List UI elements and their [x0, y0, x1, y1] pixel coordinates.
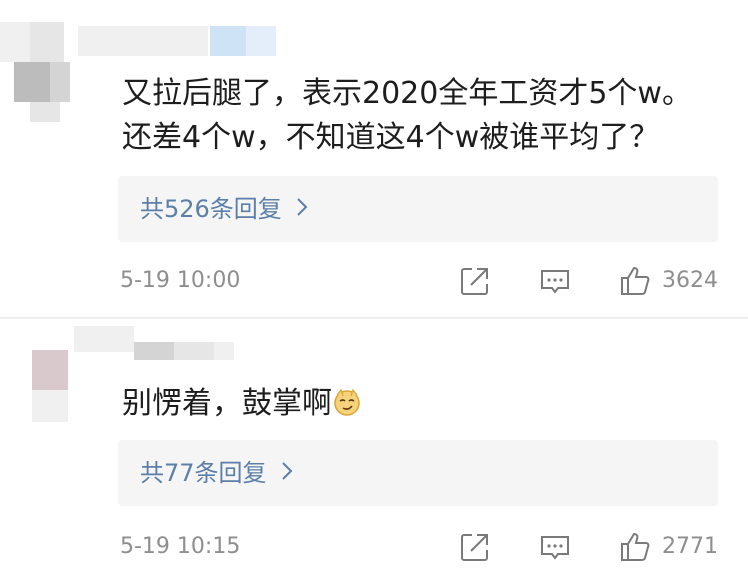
comment-icon[interactable]: [538, 530, 572, 564]
like-count: 3624: [662, 268, 718, 293]
thumbs-up-icon[interactable]: [618, 264, 652, 298]
timestamp: 5-19 10:00: [120, 268, 241, 293]
smirk-face-emoji-icon: [332, 386, 362, 430]
comment-text: 又拉后腿了，表示2020全年工资才5个w。 还差4个w，不知道这4个w被谁平均了…: [122, 72, 692, 160]
replies-box[interactable]: 共77条回复: [118, 440, 718, 506]
replies-box[interactable]: 共526条回复: [118, 176, 718, 242]
view-replies-link[interactable]: 共526条回复: [140, 191, 308, 229]
comment-text-line: 又拉后腿了，表示2020全年工资才5个w。: [122, 76, 692, 111]
comment-item: 又拉后腿了，表示2020全年工资才5个w。 还差4个w，不知道这4个w被谁平均了…: [0, 0, 748, 318]
timestamp: 5-19 10:15: [120, 534, 241, 559]
comment-meta: 5-19 10:15 2771: [0, 528, 748, 568]
comment-text-line: 别愣着，鼓掌啊: [122, 386, 332, 421]
divider: [0, 317, 748, 319]
like-count: 2771: [662, 534, 718, 559]
comment-meta: 5-19 10:00 3624: [0, 262, 748, 302]
view-replies-link[interactable]: 共77条回复: [140, 455, 293, 493]
share-icon[interactable]: [458, 264, 492, 298]
share-icon[interactable]: [458, 530, 492, 564]
replies-label: 共77条回复: [140, 459, 267, 487]
comment-icon[interactable]: [538, 264, 572, 298]
comment-text: 别愣着，鼓掌啊: [122, 382, 362, 430]
chevron-right-icon: [296, 193, 308, 229]
comment-item: 别愣着，鼓掌啊 共77条回复 5-19 10:15 2771: [0, 320, 748, 580]
replies-label: 共526条回复: [140, 195, 282, 223]
comment-text-line: 还差4个w，不知道这4个w被谁平均了？: [122, 120, 660, 155]
thumbs-up-icon[interactable]: [618, 530, 652, 564]
chevron-right-icon: [281, 457, 293, 493]
